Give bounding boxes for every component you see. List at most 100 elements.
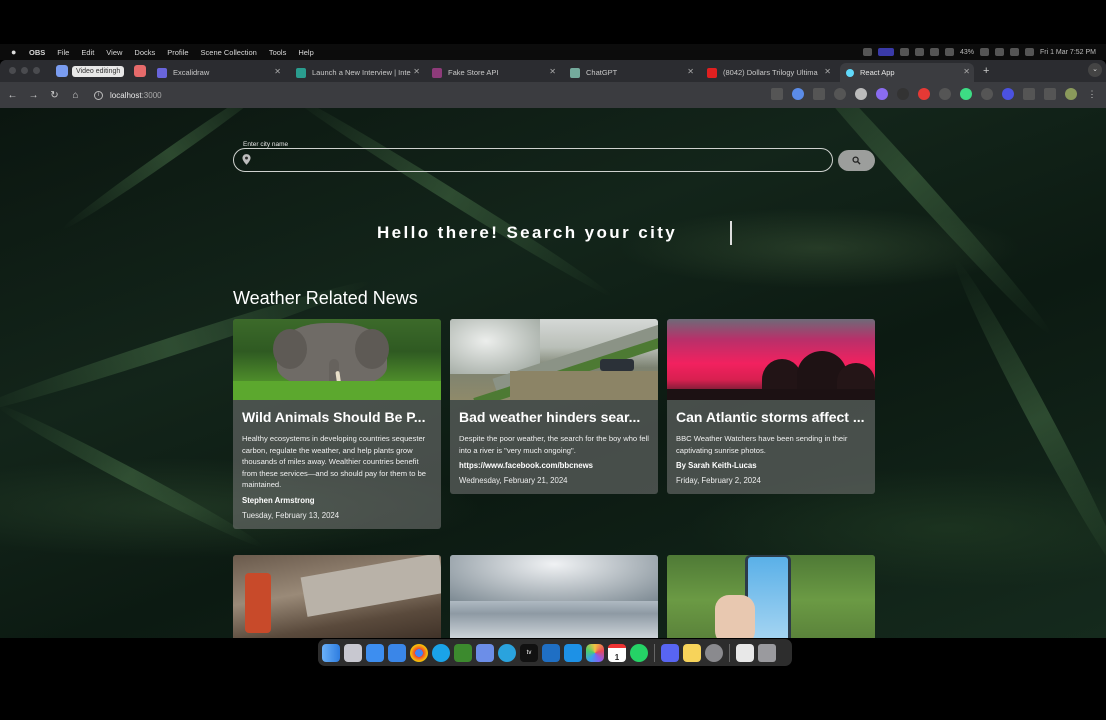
clipboard-icon[interactable] — [899, 48, 909, 56]
news-card[interactable] — [667, 555, 875, 638]
news-card[interactable]: Wild Animals Should Be P... Healthy ecos… — [233, 319, 441, 529]
city-search-field[interactable]: Enter city name — [233, 141, 833, 172]
search-spotlight-icon[interactable] — [1024, 48, 1034, 56]
screen-record-icon[interactable] — [877, 48, 894, 56]
extension-4-icon[interactable] — [918, 88, 930, 100]
tab-youtube[interactable]: (8042) Dollars Trilogy Ultima ✕ — [707, 63, 835, 82]
menu-scene-collection[interactable]: Scene Collection — [201, 48, 257, 57]
address-bar[interactable]: i localhost:3000 — [94, 90, 162, 100]
preview-icon[interactable] — [736, 643, 754, 662]
vscode-icon[interactable] — [542, 643, 560, 662]
extension-pen-icon[interactable] — [855, 88, 867, 100]
browser-window: Video editingh Excalidraw ✕ Launch a New… — [0, 60, 1106, 638]
apple-tv-icon[interactable]: tv — [520, 643, 538, 662]
launchpad-icon[interactable] — [344, 643, 362, 662]
skype-icon[interactable] — [432, 643, 450, 662]
new-tab-plus-icon[interactable]: + — [983, 65, 989, 77]
menu-view[interactable]: View — [106, 48, 122, 57]
tab-interview[interactable]: Launch a New Interview | Inte ✕ — [296, 63, 424, 82]
react-favicon-icon — [846, 68, 854, 77]
extension-5-icon[interactable] — [939, 88, 951, 100]
news-card[interactable]: Can Atlantic storms affect ... BBC Weath… — [667, 319, 875, 494]
minimize-window-button[interactable] — [21, 67, 28, 74]
vpn-icon[interactable] — [476, 643, 494, 662]
search-button[interactable] — [838, 150, 875, 171]
tab-chatgpt[interactable]: ChatGPT ✕ — [570, 63, 698, 82]
wifi-icon[interactable] — [994, 48, 1004, 56]
extension-3-icon[interactable] — [897, 88, 909, 100]
extension-2-icon[interactable] — [876, 88, 888, 100]
side-panel-icon[interactable] — [1044, 88, 1056, 100]
news-card[interactable]: Bad weather hinders sear... Despite the … — [450, 319, 658, 494]
city-search-input[interactable] — [256, 151, 826, 169]
tab-close-icon[interactable]: ✕ — [549, 67, 556, 76]
extension-6-icon[interactable] — [960, 88, 972, 100]
battery-icon[interactable] — [979, 48, 989, 56]
chrome-icon[interactable] — [410, 643, 428, 662]
tab-close-icon[interactable]: ✕ — [824, 67, 831, 76]
tab-group-label[interactable]: Video editingh — [72, 65, 125, 77]
news-card-date: Friday, February 2, 2024 — [676, 476, 761, 485]
extension-formula-icon[interactable] — [834, 88, 846, 100]
menu-help[interactable]: Help — [298, 48, 313, 57]
news-card-description: BBC Weather Watchers have been sending i… — [676, 434, 848, 455]
headphones-icon[interactable] — [944, 48, 954, 56]
close-window-button[interactable] — [9, 67, 16, 74]
news-card[interactable] — [233, 555, 441, 638]
whatsapp-icon[interactable] — [630, 643, 648, 662]
zoom-window-button[interactable] — [33, 67, 40, 74]
news-card-title[interactable]: Wild Animals Should Be P... — [242, 409, 432, 425]
trash-icon[interactable] — [758, 643, 776, 662]
apple-icon[interactable]: ● — [11, 47, 21, 57]
tab-react-app[interactable]: React App ✕ — [840, 63, 974, 82]
home-icon[interactable]: ⌂ — [65, 90, 86, 101]
news-card-title[interactable]: Can Atlantic storms affect ... — [676, 409, 866, 425]
browser-menu-icon[interactable]: ⋮ — [1086, 88, 1098, 100]
tab-close-icon[interactable]: ✕ — [274, 67, 281, 76]
tab-excalidraw[interactable]: Excalidraw ✕ — [157, 63, 285, 82]
extension-1-icon[interactable] — [813, 88, 825, 100]
menubar-clock[interactable]: Fri 1 Mar 7:52 PM — [1040, 49, 1096, 56]
tab-fake-store[interactable]: Fake Store API ✕ — [432, 63, 560, 82]
extensions-puzzle-icon[interactable] — [1023, 88, 1035, 100]
site-info-icon[interactable]: i — [94, 90, 103, 100]
tab-close-icon[interactable]: ✕ — [687, 67, 694, 76]
finder-icon[interactable] — [322, 643, 340, 662]
bluetooth-icon[interactable] — [929, 48, 939, 56]
tab-search-chevron-icon[interactable]: ⌄ — [1088, 63, 1102, 77]
tab-group-favicon[interactable] — [56, 65, 68, 77]
news-card-title[interactable]: Bad weather hinders sear... — [459, 409, 649, 425]
control-center-icon[interactable] — [1009, 48, 1019, 56]
install-app-icon[interactable] — [771, 88, 783, 100]
pinned-tab-favicon[interactable] — [134, 65, 147, 77]
reload-icon[interactable]: ↻ — [44, 90, 65, 101]
menu-tools[interactable]: Tools — [269, 48, 287, 57]
extension-8-icon[interactable] — [1002, 88, 1014, 100]
back-arrow-icon[interactable]: ← — [2, 90, 23, 101]
news-card[interactable] — [450, 555, 658, 638]
safari-icon[interactable] — [366, 643, 384, 662]
mail-icon[interactable] — [388, 643, 406, 662]
docker-icon[interactable] — [564, 643, 582, 662]
notes-icon[interactable] — [683, 643, 701, 662]
menu-docks[interactable]: Docks — [134, 48, 155, 57]
profile-avatar[interactable] — [1065, 88, 1077, 100]
system-settings-icon[interactable] — [705, 643, 723, 662]
calendar-icon[interactable]: 1 — [608, 643, 626, 662]
telegram-icon[interactable] — [498, 643, 516, 662]
extension-7-icon[interactable] — [981, 88, 993, 100]
forward-arrow-icon[interactable]: → — [23, 90, 44, 101]
tab-close-icon[interactable]: ✕ — [413, 67, 420, 76]
menu-app-name[interactable]: OBS — [29, 48, 45, 57]
menu-file[interactable]: File — [57, 48, 69, 57]
minecraft-icon[interactable] — [454, 643, 472, 662]
photos-icon[interactable] — [586, 643, 604, 662]
discord-icon[interactable] — [661, 643, 679, 662]
menu-profile[interactable]: Profile — [167, 48, 188, 57]
obs-status-icon[interactable] — [862, 48, 872, 56]
tab-close-icon[interactable]: ✕ — [963, 67, 970, 76]
menu-edit[interactable]: Edit — [81, 48, 94, 57]
bookmark-star-icon[interactable] — [792, 88, 804, 100]
grammarly-icon[interactable] — [914, 48, 924, 56]
news-card-author: Stephen Armstrong — [242, 495, 315, 505]
